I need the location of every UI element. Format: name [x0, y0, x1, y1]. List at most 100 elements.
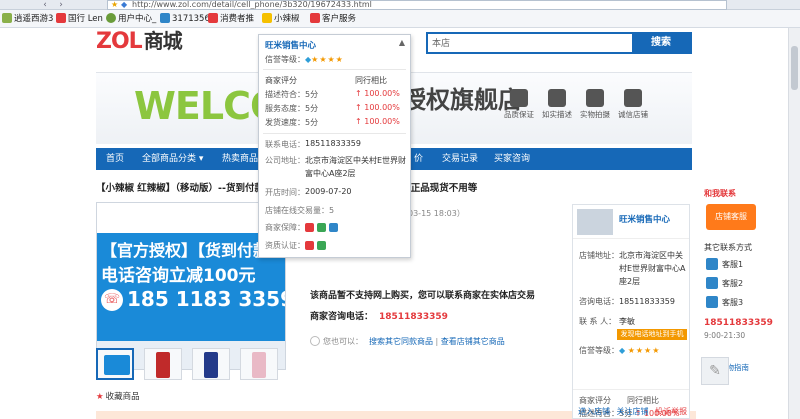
- bookmarks-bar: 逍遥西游3 国行 Len 用户中心_ 3171356 消费者推 小辣椒 客户服务: [0, 10, 800, 28]
- popup-grade: 信誉等级：◆★★★★: [265, 55, 344, 64]
- store-grade: 信誉等级：◆ ★★★★: [579, 346, 661, 355]
- store-info-panel: 旺米销售中心 店铺地址： 北京市海淀区中关村E世界财富中心A座2层 咨询电话： 18…: [572, 204, 690, 419]
- popup-address: 北京市海淀区中关村E世界财富中心A座2层: [305, 156, 407, 178]
- browser-toolbar: ‹ › ★ ◆ http://www.zol.com/detail/cell_p…: [0, 0, 800, 10]
- bookmark-item[interactable]: 小辣椒: [262, 13, 300, 26]
- thumbnail-strip: [96, 348, 286, 382]
- thumbnail[interactable]: [144, 348, 182, 380]
- address-bar[interactable]: ★ ◆ http://www.zol.com/detail/cell_phone…: [107, 0, 727, 10]
- star-icon: ★: [96, 392, 104, 402]
- popup-score-row: 发货速度：5分: [265, 118, 319, 127]
- agent-2[interactable]: 客服2: [706, 277, 766, 291]
- report-link[interactable]: 投诉举报: [655, 407, 687, 416]
- rating-stars: ★★★★: [627, 346, 661, 355]
- trust-badge: 诚信店铺: [618, 89, 648, 120]
- popup-score-row: 描述符合：5分: [265, 90, 319, 99]
- arrow-up-icon: ↑: [355, 103, 362, 112]
- rating-stars: ★★★★: [311, 55, 344, 64]
- popup-compare-row: ↑ 100.00%: [355, 103, 400, 112]
- search-box[interactable]: 本店 搜索: [426, 32, 692, 54]
- cert-icon: [305, 241, 314, 250]
- popup-store-name[interactable]: 旺米销售中心: [265, 39, 316, 51]
- image-text-line: 【官方授权】【货到付款: [101, 241, 270, 260]
- cert-icon: [317, 241, 326, 250]
- bookmark-icon: [310, 13, 320, 23]
- side-hours: 9:00-21:30: [704, 331, 746, 340]
- store-popup: 旺米销售中心 ▲ 信誉等级：◆★★★★ 商家评分 同行相比 描述符合：5分 ↑ …: [258, 34, 411, 258]
- thumbnail[interactable]: [192, 348, 230, 380]
- favorite-star-icon[interactable]: ★: [111, 1, 118, 9]
- popup-addr-label: 公司地址：: [265, 156, 305, 165]
- bookmark-icon: [2, 13, 12, 23]
- store-address: 店铺地址： 北京市海淀区中关村E世界财富中心A座2层: [579, 251, 686, 286]
- scroll-thumb[interactable]: [791, 46, 798, 90]
- page-scrollbar[interactable]: [788, 28, 800, 419]
- popup-open-date: 2009-07-20: [305, 187, 352, 196]
- nav-categories[interactable]: 全部商品分类 ▾: [142, 148, 203, 170]
- site-logo[interactable]: ZOL 商城: [96, 28, 183, 54]
- thumbnail[interactable]: [96, 348, 134, 380]
- bookmark-item[interactable]: 消费者推: [208, 13, 254, 26]
- favorite-link[interactable]: ★ 收藏商品: [96, 390, 140, 402]
- describe-badge: 如实描述: [542, 89, 572, 120]
- chat-icon: [706, 296, 718, 308]
- store-name[interactable]: 旺米销售中心: [619, 213, 670, 225]
- bookmark-icon: [262, 13, 272, 23]
- popup-cert: 资质认证：: [265, 240, 329, 251]
- arrow-up-icon: ↑: [355, 89, 362, 98]
- contact-title: 和我联系: [704, 189, 736, 198]
- guarantee-icon: [329, 223, 338, 232]
- follow-store-link[interactable]: 关注店铺: [617, 407, 649, 416]
- popup-score-row: 服务态度：5分: [265, 104, 319, 113]
- collapse-icon[interactable]: ▲: [399, 38, 405, 47]
- bookmark-icon: [106, 13, 116, 23]
- bookmark-icon: [208, 13, 218, 23]
- notice-text: 该商品暂不支持网上购买，您可以联系商家在实体店交易: [310, 291, 536, 301]
- guarantee-icon: [305, 223, 314, 232]
- nav-buyer-questions[interactable]: 买家咨询: [494, 148, 530, 170]
- thumbnail[interactable]: [240, 348, 278, 380]
- other-contact-label: 其它联系方式: [704, 243, 752, 252]
- bookmark-item[interactable]: 国行 Len: [56, 13, 103, 26]
- store-thumbnail[interactable]: [577, 209, 613, 235]
- agent-1[interactable]: 客服1: [706, 258, 766, 272]
- search-same-link[interactable]: 搜索其它同款商品: [369, 337, 433, 346]
- bookmark-item[interactable]: 3171356: [160, 13, 210, 26]
- enter-store-link[interactable]: 进入店铺: [578, 407, 610, 416]
- bookmark-icon: [56, 13, 66, 23]
- forward-icon[interactable]: ›: [54, 0, 68, 10]
- nav-price[interactable]: 价: [414, 148, 423, 170]
- quality-icon: [510, 89, 528, 107]
- notice-phone-line: 商家咨询电话： 18511833359: [310, 312, 448, 322]
- store-service-button[interactable]: 店铺客服: [706, 204, 756, 230]
- popup-phone: 18511833359: [305, 139, 361, 148]
- nav-home[interactable]: 首页: [106, 148, 124, 170]
- chat-icon: [706, 258, 718, 270]
- popup-compare-row: ↑ 100.00%: [355, 89, 400, 98]
- store-items-link[interactable]: 查看店铺其它商品: [441, 337, 505, 346]
- bookmark-item[interactable]: 客户服务: [310, 13, 356, 26]
- camera-icon: [586, 89, 604, 107]
- search-button[interactable]: 搜索: [632, 34, 690, 52]
- popup-guarantee: 商家保障：: [265, 222, 341, 233]
- guarantee-icon: [317, 223, 326, 232]
- edit-icon[interactable]: ✎: [701, 357, 729, 385]
- agent-3[interactable]: 客服3: [706, 296, 766, 310]
- url-text: http://www.zol.com/detail/cell_phone/3b3…: [132, 0, 372, 9]
- bookmark-item[interactable]: 用户中心_: [106, 13, 156, 26]
- score-header: 商家评分 同行相比: [579, 396, 659, 405]
- search-scope[interactable]: 本店: [432, 36, 450, 49]
- bookmark-item[interactable]: 逍遥西游3: [2, 13, 53, 26]
- nav-hot[interactable]: 热卖商品: [222, 148, 258, 170]
- back-icon[interactable]: ‹: [38, 0, 52, 10]
- product-date: 03-15 18:03）: [408, 209, 465, 218]
- arrow-up-icon: ↑: [355, 117, 362, 126]
- chat-icon: [706, 277, 718, 289]
- popup-deals: 店铺在线交易量：5: [265, 206, 335, 215]
- notice-more: 您也可以： 搜索其它同款商品 | 查看店铺其它商品: [310, 336, 505, 347]
- send-to-phone-button[interactable]: 发现电话地址到手机: [617, 329, 687, 340]
- photo-badge: 实物拍摄: [580, 89, 610, 120]
- purchase-notice: 该商品暂不支持网上购买，您可以联系商家在实体店交易 商家咨询电话： 1851183…: [296, 276, 564, 356]
- nav-trade-records[interactable]: 交易记录: [442, 148, 478, 170]
- info-icon: [310, 336, 320, 346]
